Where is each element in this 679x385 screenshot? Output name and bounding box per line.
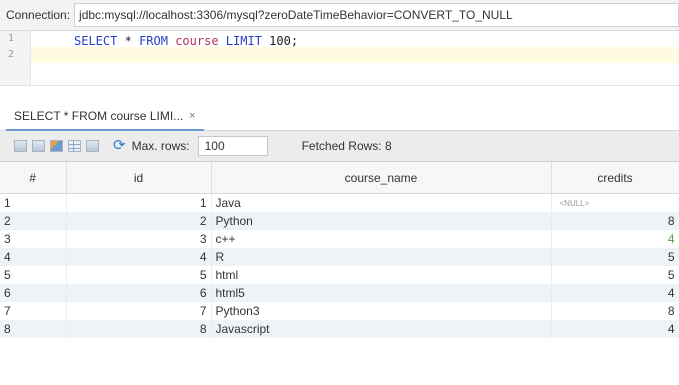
row-number-cell: 6 <box>0 284 67 302</box>
id-cell[interactable]: 7 <box>66 302 212 320</box>
row-number-cell: 5 <box>0 266 67 284</box>
course-name-cell[interactable]: Java <box>211 193 552 212</box>
row-number-cell: 4 <box>0 248 67 266</box>
table-row[interactable]: 6 6 html5 4 <box>0 284 679 302</box>
credits-cell[interactable]: 5 <box>551 266 679 284</box>
credits-cell[interactable]: 4 <box>551 230 679 248</box>
id-cell[interactable]: 6 <box>66 284 212 302</box>
row-number-cell: 3 <box>0 230 67 248</box>
course-name-cell[interactable]: Python <box>211 212 552 230</box>
image-view-icon[interactable] <box>50 140 63 152</box>
credits-cell[interactable]: 8 <box>551 212 679 230</box>
max-rows-input[interactable] <box>197 136 268 156</box>
table-row[interactable]: 3 3 c++ 4 <box>0 230 679 248</box>
id-cell[interactable]: 4 <box>66 248 212 266</box>
course-name-cell[interactable]: R <box>211 248 552 266</box>
sql-limit-value: 100 <box>269 34 291 48</box>
grid-view-icon[interactable] <box>14 140 27 152</box>
sql-query: SELECT * FROM course LIMIT 100; <box>74 34 298 48</box>
table-row[interactable]: 4 4 R 5 <box>0 248 679 266</box>
row-number-cell: 7 <box>0 302 67 320</box>
connection-label: Connection: <box>6 8 71 22</box>
course-name-cell[interactable]: c++ <box>211 230 552 248</box>
course-name-cell[interactable]: Python3 <box>211 302 552 320</box>
course-name-cell[interactable]: html <box>211 266 552 284</box>
connection-url-field[interactable]: jdbc:mysql://localhost:3306/mysql?zeroDa… <box>74 3 679 27</box>
id-cell[interactable]: 3 <box>66 230 212 248</box>
result-tab-label: SELECT * FROM course LIMI... <box>14 108 184 123</box>
table-row[interactable]: 2 2 Python 8 <box>0 212 679 230</box>
sql-table-name: course <box>175 34 219 48</box>
sql-keyword-limit: LIMIT <box>225 34 262 48</box>
credits-cell[interactable]: 8 <box>551 302 679 320</box>
table-row[interactable]: 1 1 Java <NULL> <box>0 193 679 212</box>
sql-keyword-from: FROM <box>139 34 168 48</box>
refresh-icon[interactable]: ⟳ <box>113 138 126 153</box>
id-cell[interactable]: 1 <box>66 193 212 212</box>
line-number: 2 <box>8 49 15 60</box>
sql-star: * <box>124 34 132 48</box>
result-tab[interactable]: SELECT * FROM course LIMI... × <box>6 102 204 131</box>
column-header-row-number[interactable]: # <box>0 162 67 194</box>
line-number: 1 <box>8 33 15 44</box>
column-header-id[interactable]: id <box>66 162 212 194</box>
result-grid[interactable]: # id course_name credits 1 1 Java <NULL>… <box>0 162 679 338</box>
line-number-gutter: 1 2 <box>0 31 31 85</box>
result-tab-bar: SELECT * FROM course LIMI... × <box>0 96 679 131</box>
table-icon[interactable] <box>68 140 81 152</box>
course-name-cell[interactable]: Javascript <box>211 320 552 338</box>
form-view-icon[interactable] <box>32 140 45 152</box>
credits-cell[interactable]: 4 <box>551 320 679 338</box>
row-number-cell: 1 <box>0 193 67 212</box>
max-rows-label: Max. rows: <box>131 139 190 153</box>
sql-editor[interactable]: 1 2 SELECT * FROM course LIMIT 100; <box>0 31 679 86</box>
column-header-course-name[interactable]: course_name <box>211 162 552 194</box>
table-row[interactable]: 5 5 html 5 <box>0 266 679 284</box>
connection-bar: Connection: jdbc:mysql://localhost:3306/… <box>0 0 679 31</box>
fetched-rows-status: Fetched Rows: 8 <box>301 139 392 153</box>
header-row: # id course_name credits <box>0 162 679 194</box>
credits-cell[interactable]: <NULL> <box>551 193 679 212</box>
credits-cell[interactable]: 4 <box>551 284 679 302</box>
result-toolbar: ⟳ Max. rows: Fetched Rows: 8 <box>0 131 679 162</box>
id-cell[interactable]: 8 <box>66 320 212 338</box>
table-row[interactable]: 7 7 Python3 8 <box>0 302 679 320</box>
row-number-cell: 8 <box>0 320 67 338</box>
sql-keyword-select: SELECT <box>74 34 118 48</box>
credits-cell[interactable]: 5 <box>551 248 679 266</box>
sql-semicolon: ; <box>290 34 299 48</box>
table-row[interactable]: 8 8 Javascript 4 <box>0 320 679 338</box>
current-editor-line[interactable] <box>31 47 679 63</box>
column-header-credits[interactable]: credits <box>551 162 679 194</box>
close-icon[interactable]: × <box>189 110 195 122</box>
export-icon[interactable] <box>86 140 99 152</box>
id-cell[interactable]: 2 <box>66 212 212 230</box>
row-number-cell: 2 <box>0 212 67 230</box>
course-name-cell[interactable]: html5 <box>211 284 552 302</box>
id-cell[interactable]: 5 <box>66 266 212 284</box>
